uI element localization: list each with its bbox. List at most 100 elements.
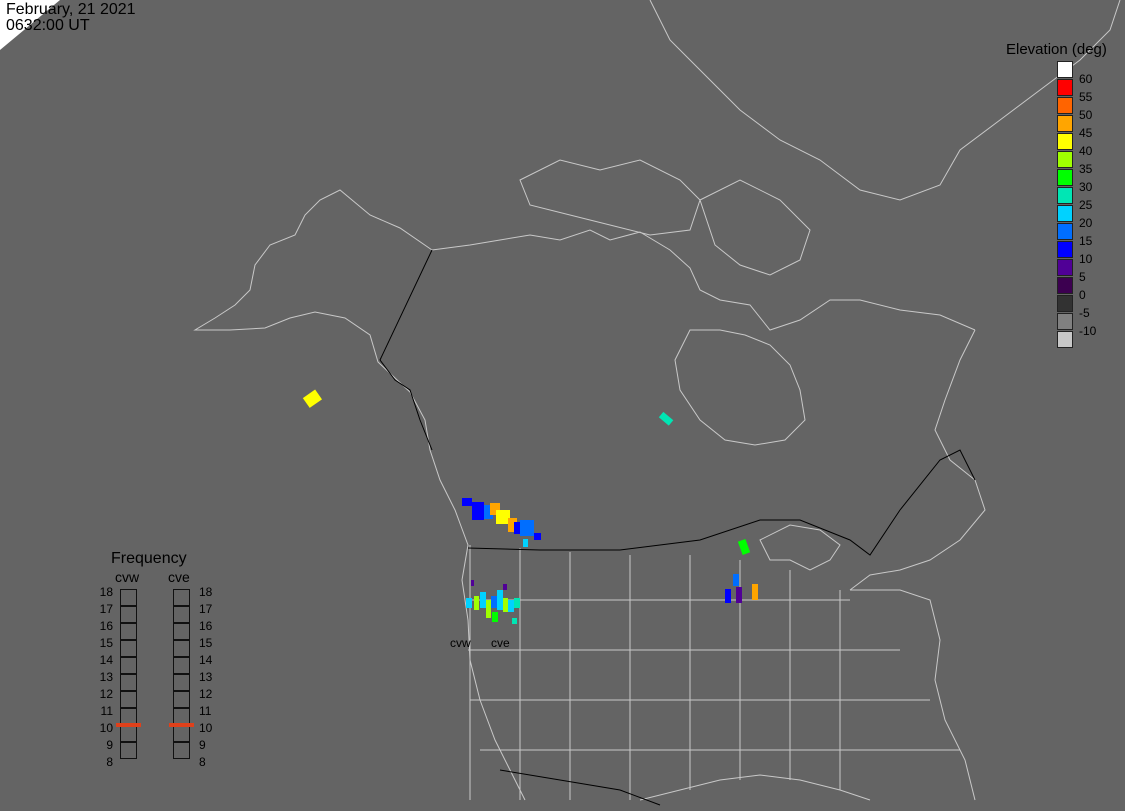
frequency-tick-label: 16 bbox=[99, 619, 113, 633]
time-label: 0632:00 UT bbox=[6, 17, 90, 34]
frequency-tick-label: 16 bbox=[199, 619, 213, 633]
frequency-cell bbox=[173, 742, 190, 759]
frequency-cell bbox=[120, 606, 137, 623]
frequency-cell bbox=[120, 742, 137, 759]
echo-patch bbox=[733, 574, 739, 586]
legend-swatch bbox=[1057, 151, 1073, 168]
echo-patch bbox=[474, 596, 479, 610]
frequency-tick-label: 8 bbox=[199, 755, 206, 769]
echo-patch bbox=[503, 598, 508, 612]
us-east-coast bbox=[850, 589, 976, 801]
echo-patch bbox=[752, 584, 758, 600]
legend-label: 10 bbox=[1079, 252, 1093, 266]
legend-swatch bbox=[1057, 205, 1073, 222]
frequency-cell bbox=[173, 674, 190, 691]
canada-north-coast bbox=[431, 229, 976, 331]
frequency-tick-label: 17 bbox=[99, 602, 113, 616]
us-mexico-border bbox=[499, 769, 661, 806]
legend-label: 50 bbox=[1079, 108, 1093, 122]
legend-swatch bbox=[1057, 79, 1073, 96]
echo-patch bbox=[480, 592, 486, 608]
echo-patch bbox=[508, 600, 514, 612]
us-west-coast bbox=[409, 391, 526, 801]
radar-label-cvw: cvw bbox=[450, 636, 471, 650]
echo-patch bbox=[725, 589, 731, 603]
frequency-radar-cve: cve bbox=[168, 569, 190, 585]
echo-patch bbox=[486, 600, 491, 618]
legend-label: 15 bbox=[1079, 234, 1093, 248]
frequency-tick-label: 15 bbox=[99, 636, 113, 650]
legend-swatch bbox=[1057, 61, 1073, 78]
legend-label: -5 bbox=[1079, 306, 1090, 320]
echo-patch bbox=[491, 596, 497, 608]
echo-patch bbox=[492, 612, 498, 622]
legend-swatch bbox=[1057, 295, 1073, 312]
legend-label: 30 bbox=[1079, 180, 1093, 194]
legend-swatch bbox=[1057, 133, 1073, 150]
echo-patch bbox=[520, 520, 534, 536]
legend-label: 5 bbox=[1079, 270, 1086, 284]
frequency-tick-label: 14 bbox=[99, 653, 113, 667]
frequency-tick-label: 8 bbox=[106, 755, 113, 769]
echo-patch bbox=[523, 539, 528, 547]
legend-swatch bbox=[1057, 115, 1073, 132]
frequency-tick-label: 11 bbox=[100, 704, 113, 718]
frequency-marker bbox=[116, 722, 141, 727]
gulf-coast bbox=[639, 774, 871, 801]
frequency-cell bbox=[173, 606, 190, 623]
legend-swatch bbox=[1057, 241, 1073, 258]
echo-patch bbox=[514, 598, 520, 608]
legend-swatch bbox=[1057, 331, 1073, 348]
echo-patch bbox=[658, 411, 674, 426]
echo-patch bbox=[471, 580, 474, 586]
baffin-island bbox=[699, 179, 811, 276]
coastlines bbox=[193, 0, 1121, 801]
frequency-cell bbox=[173, 725, 190, 742]
frequency-cell bbox=[120, 640, 137, 657]
frequency-tick-label: 14 bbox=[199, 653, 213, 667]
echo-patch bbox=[737, 539, 751, 555]
date-label: February, 21 2021 bbox=[6, 1, 136, 18]
frequency-cell bbox=[120, 674, 137, 691]
frequency-cell bbox=[173, 589, 190, 606]
great-lakes bbox=[759, 524, 841, 571]
canada-us-border bbox=[467, 449, 976, 556]
legend-label: 45 bbox=[1079, 126, 1093, 140]
frequency-tick-label: 18 bbox=[99, 585, 113, 599]
frequency-cell bbox=[173, 623, 190, 640]
legend-swatch bbox=[1057, 259, 1073, 276]
frequency-tick-label: 10 bbox=[99, 721, 113, 735]
echo-patch bbox=[466, 598, 472, 608]
frequency-tick-label: 13 bbox=[199, 670, 213, 684]
echo-patch bbox=[302, 389, 322, 408]
frequency-cell bbox=[120, 691, 137, 708]
arctic-islands bbox=[519, 159, 701, 236]
legend-label: -10 bbox=[1079, 324, 1097, 338]
legend-swatch bbox=[1057, 97, 1073, 114]
frequency-tick-label: 15 bbox=[199, 636, 213, 650]
frequency-tick-label: 17 bbox=[199, 602, 213, 616]
legend-label: 55 bbox=[1079, 90, 1093, 104]
frequency-tick-label: 10 bbox=[199, 721, 213, 735]
legend-swatch bbox=[1057, 187, 1073, 204]
frequency-cell bbox=[173, 657, 190, 674]
legend-title: Elevation (deg) bbox=[1006, 41, 1107, 58]
alaska-coast bbox=[193, 189, 433, 393]
legend-swatch bbox=[1057, 169, 1073, 186]
frequency-tick-label: 9 bbox=[106, 738, 113, 752]
legend-swatch bbox=[1057, 223, 1073, 240]
frequency-title: Frequency bbox=[111, 550, 187, 567]
frequency-cell bbox=[120, 725, 137, 742]
frequency-cell bbox=[120, 623, 137, 640]
frequency-radar-cvw: cvw bbox=[115, 569, 140, 585]
frequency-tick-label: 12 bbox=[199, 687, 213, 701]
alaska-canada-border bbox=[379, 249, 433, 451]
frequency-tick-label: 11 bbox=[199, 704, 212, 718]
frequency-tick-label: 9 bbox=[199, 738, 206, 752]
frequency-cell bbox=[120, 589, 137, 606]
echo-patch bbox=[497, 590, 503, 610]
echo-patch bbox=[534, 533, 541, 540]
echo-patch bbox=[472, 502, 484, 520]
hudson-bay bbox=[674, 329, 806, 446]
legend-label: 35 bbox=[1079, 162, 1093, 176]
